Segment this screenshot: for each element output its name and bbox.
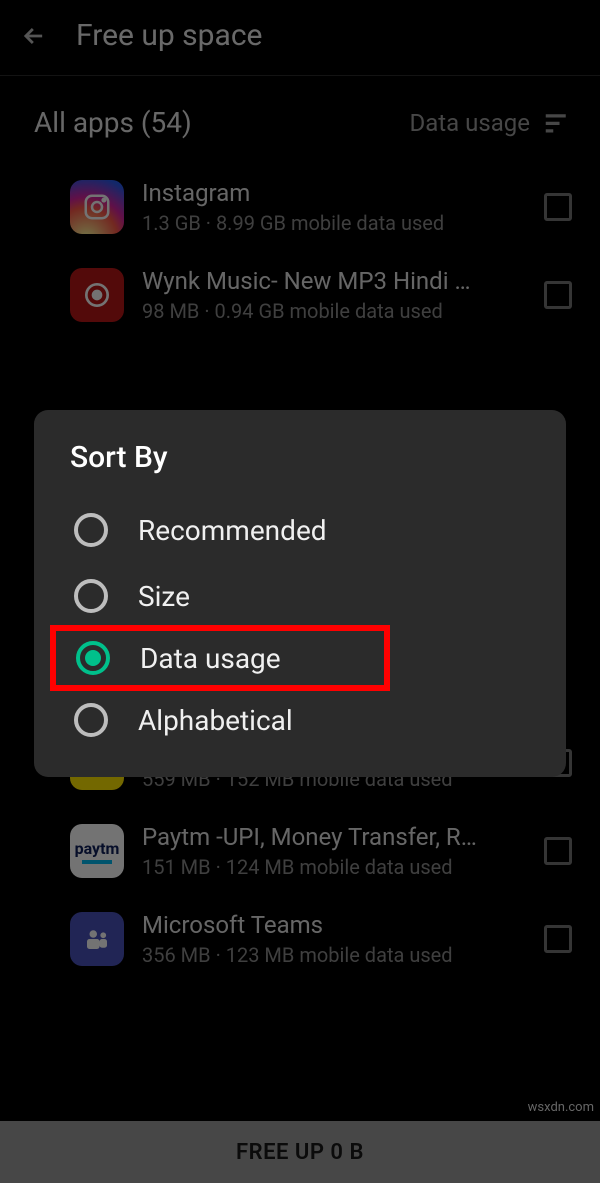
watermark: wsxdn.com xyxy=(528,1100,594,1115)
sort-option-size[interactable]: Size xyxy=(70,563,546,629)
radio-icon xyxy=(74,703,108,737)
option-label: Size xyxy=(138,580,190,613)
option-label: Recommended xyxy=(138,514,327,547)
radio-icon xyxy=(74,513,108,547)
option-label: Data usage xyxy=(140,642,281,675)
sort-option-alphabetical[interactable]: Alphabetical xyxy=(70,687,546,753)
option-label: Alphabetical xyxy=(138,704,293,737)
sort-option-recommended[interactable]: Recommended xyxy=(70,497,546,563)
sort-option-data-usage[interactable]: Data usage xyxy=(50,625,390,691)
dialog-title: Sort By xyxy=(70,440,546,475)
sort-by-dialog: Sort By Recommended Size Data usage Alph… xyxy=(34,410,566,777)
radio-icon xyxy=(74,579,108,613)
radio-icon-selected xyxy=(76,641,110,675)
